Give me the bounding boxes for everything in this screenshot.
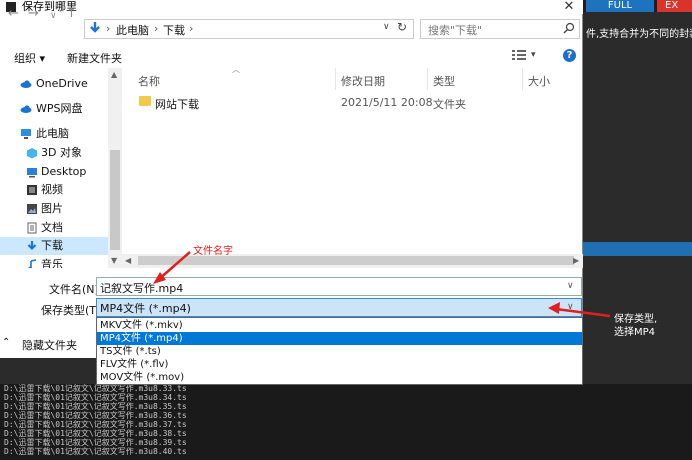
breadcrumb-separator: › (106, 22, 111, 35)
breadcrumb-separator: › (154, 22, 159, 35)
file-type: 文件夹 (433, 98, 466, 111)
new-folder-button[interactable]: 新建文件夹 (67, 50, 122, 66)
scroll-up-arrow-icon[interactable]: ▲ (111, 70, 117, 79)
cube-icon (27, 148, 37, 159)
column-header-type[interactable]: 类型 (433, 73, 455, 89)
terminal-line: D:\迅雷下载\01记叙文\记叙文写作.m3u8.40.ts (4, 447, 187, 456)
recent-dropdown-button[interactable]: ∨ (50, 9, 57, 23)
organize-button[interactable]: 组织 ▾ (14, 50, 45, 66)
nav-label: 下载 (41, 239, 63, 252)
desktop-icon (27, 168, 37, 178)
column-divider[interactable] (522, 68, 523, 90)
terminal-line: D:\迅雷下载\01记叙文\记叙文写作.m3u8.35.ts (4, 402, 187, 411)
filetype-dropdown-button[interactable]: ∨ (567, 302, 574, 312)
search-placeholder: 搜索"下载" (428, 24, 483, 37)
title-bar (0, 0, 583, 14)
terminal-line: D:\迅雷下载\01记叙文\记叙文写作.m3u8.36.ts (4, 411, 187, 420)
column-divider[interactable] (427, 68, 428, 90)
cloud-icon (20, 80, 32, 88)
breadcrumb-separator: › (189, 22, 194, 35)
nav-label: WPS网盘 (36, 102, 83, 115)
download-icon (27, 241, 37, 251)
view-dropdown-button[interactable]: ▾ (531, 50, 536, 60)
nav-label: 此电脑 (36, 127, 69, 140)
address-dropdown-button[interactable]: ∨ (383, 22, 390, 32)
computer-icon (21, 129, 31, 139)
exit-button[interactable]: EX (657, 0, 692, 12)
annotation-filetype: 保存类型, 选择MP4 (614, 313, 657, 339)
annotation-filename: 文件名字 (193, 246, 233, 257)
view-options-icon[interactable] (512, 49, 526, 61)
column-divider[interactable] (335, 68, 336, 90)
hide-folders-button[interactable]: 隐藏文件夹 (22, 337, 77, 353)
scroll-right-arrow-icon[interactable]: ▶ (573, 256, 579, 265)
picture-icon (27, 204, 37, 214)
filename-label: 文件名(N): (49, 283, 103, 296)
nav-label: 图片 (41, 202, 63, 215)
annotation-line: 保存类型, (614, 314, 658, 325)
close-button[interactable]: ✕ (556, 0, 582, 14)
nav-item-videos[interactable]: 视频 (0, 181, 108, 199)
search-icon[interactable] (563, 22, 575, 34)
nav-label: 3D 对象 (41, 146, 82, 159)
nav-item-downloads[interactable]: 下载 (0, 237, 108, 255)
nav-item-desktop[interactable]: Desktop (0, 163, 108, 181)
nav-label: Desktop (41, 165, 87, 178)
column-header-date[interactable]: 修改日期 (341, 73, 385, 89)
nav-label: OneDrive (36, 77, 88, 90)
horizontal-scrollbar-thumb[interactable] (138, 256, 574, 265)
chevron-up-icon[interactable]: ⌃ (2, 337, 10, 348)
file-date: 2021/5/11 20:08 (341, 96, 433, 109)
scroll-left-arrow-icon[interactable]: ◀ (125, 256, 131, 265)
breadcrumb-downloads[interactable]: 下载 (163, 22, 185, 38)
nav-item-documents[interactable]: 文档 (0, 219, 108, 237)
annotation-line: 选择MP4 (614, 327, 656, 338)
background-description: 件,支持合并为不同的封装 (586, 29, 692, 39)
nav-label: 音乐 (41, 258, 63, 268)
nav-scrollbar-thumb[interactable] (110, 150, 120, 250)
option-mp4[interactable]: MP4文件 (*.mp4) (97, 332, 582, 345)
terminal-output: D:\迅雷下载\01记叙文\记叙文写作.m3u8.33.ts D:\迅雷下载\0… (0, 384, 692, 460)
forward-button[interactable]: → (28, 7, 39, 21)
cloud-icon (20, 105, 32, 113)
nav-label: 视频 (41, 183, 63, 196)
full-button[interactable]: FULL (586, 0, 654, 12)
option-mov[interactable]: MOV文件 (*.mov) (97, 371, 582, 384)
terminal-line: D:\迅雷下载\01记叙文\记叙文写作.m3u8.37.ts (4, 420, 187, 429)
column-header-name[interactable]: 名称 (138, 73, 160, 89)
nav-item-onedrive[interactable]: OneDrive (0, 75, 108, 93)
nav-item-music[interactable]: 音乐 (0, 256, 108, 268)
terminal-line: D:\迅雷下载\01记叙文\记叙文写作.m3u8.34.ts (4, 393, 187, 402)
music-icon (28, 259, 37, 268)
option-flv[interactable]: FLV文件 (*.flv) (97, 358, 582, 371)
video-icon (27, 185, 37, 195)
scroll-down-arrow-icon[interactable]: ▼ (111, 256, 117, 265)
sort-chevron-icon: ︿ (232, 65, 240, 74)
back-button[interactable]: ← (8, 7, 19, 21)
download-arrow-icon (90, 22, 100, 33)
document-icon (27, 222, 37, 234)
background-blue-bar (583, 242, 692, 256)
up-button[interactable]: ↑ (66, 7, 77, 21)
refresh-button[interactable]: ↻ (397, 20, 407, 34)
file-name[interactable]: 网站下载 (155, 96, 199, 112)
terminal-line: D:\迅雷下载\01记叙文\记叙文写作.m3u8.39.ts (4, 438, 187, 447)
nav-label: 文档 (41, 221, 63, 234)
filename-dropdown-button[interactable]: ∨ (567, 281, 574, 291)
option-mkv[interactable]: MKV文件 (*.mkv) (97, 319, 582, 332)
terminal-line: D:\迅雷下载\01记叙文\记叙文写作.m3u8.33.ts (4, 384, 187, 393)
filename-value[interactable]: 记叙文写作.mp4 (100, 280, 183, 296)
nav-item-this-pc[interactable]: 此电脑 (0, 125, 108, 143)
nav-item-pictures[interactable]: 图片 (0, 200, 108, 218)
option-ts[interactable]: TS文件 (*.ts) (97, 345, 582, 358)
filetype-label: 保存类型(T): (41, 304, 105, 317)
column-header-size[interactable]: 大小 (528, 73, 550, 89)
folder-icon (139, 96, 151, 106)
nav-item-wps-cloud[interactable]: WPS网盘 (0, 100, 108, 118)
breadcrumb-this-pc[interactable]: 此电脑 (116, 22, 149, 38)
help-icon[interactable]: ? (563, 49, 576, 62)
nav-item-3d-objects[interactable]: 3D 对象 (0, 144, 108, 162)
terminal-line: D:\迅雷下载\01记叙文\记叙文写作.m3u8.38.ts (4, 429, 187, 438)
filetype-value[interactable]: MP4文件 (*.mp4) (100, 300, 191, 316)
